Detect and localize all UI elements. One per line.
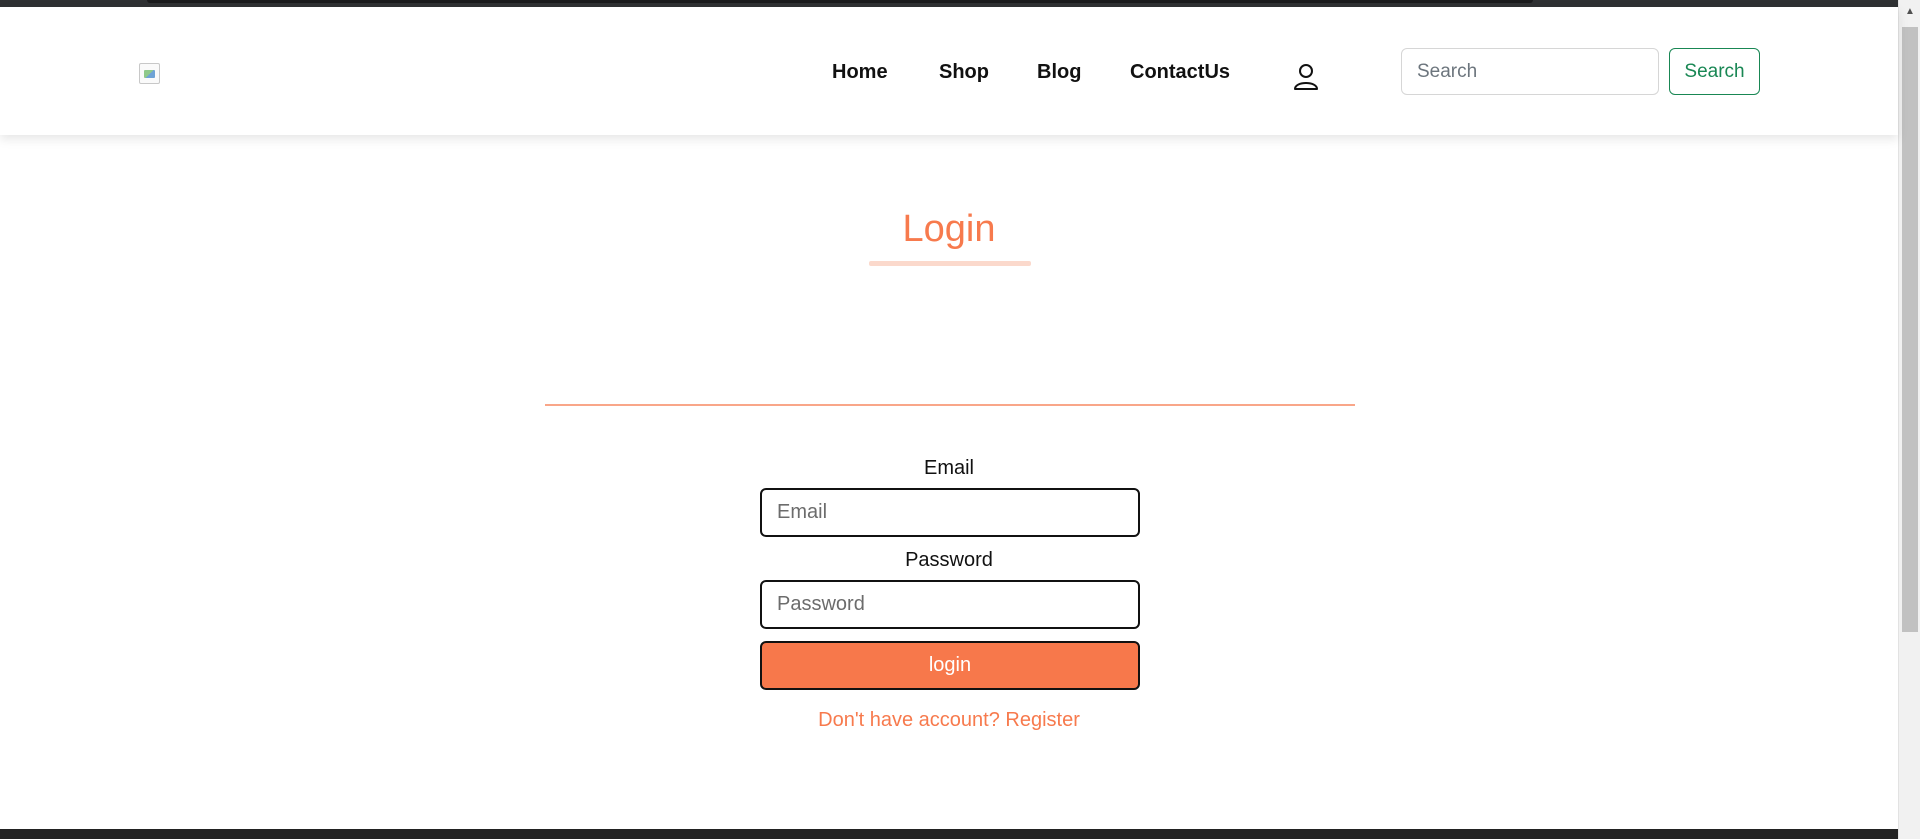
- password-field[interactable]: [760, 580, 1140, 629]
- search-input[interactable]: [1401, 48, 1659, 95]
- nav-link-contactus[interactable]: ContactUs: [1130, 61, 1230, 84]
- scrollbar[interactable]: ▲: [1898, 0, 1920, 839]
- scroll-thumb[interactable]: [1902, 27, 1918, 632]
- navbar: Home Shop Blog ContactUs Search: [0, 7, 1898, 135]
- footer-strip: [0, 829, 1898, 839]
- password-label: Password: [905, 549, 993, 571]
- scroll-up-icon[interactable]: ▲: [1899, 0, 1920, 22]
- section-divider: [545, 404, 1355, 406]
- browser-tab-edge: [147, 0, 1533, 3]
- register-link[interactable]: Don't have account? Register: [0, 709, 1898, 732]
- nav-link-shop[interactable]: Shop: [939, 61, 989, 84]
- nav-link-home[interactable]: Home: [832, 61, 888, 84]
- broken-image-icon[interactable]: [139, 63, 160, 84]
- search-button[interactable]: Search: [1669, 48, 1760, 95]
- email-field[interactable]: [760, 488, 1140, 537]
- email-label: Email: [923, 457, 974, 479]
- login-button[interactable]: login: [760, 641, 1140, 690]
- browser-top-strip: [0, 0, 1898, 7]
- user-icon[interactable]: [1293, 63, 1319, 91]
- title-underline: [869, 261, 1031, 266]
- nav-link-blog[interactable]: Blog: [1037, 61, 1081, 84]
- page-title: Login: [902, 208, 996, 250]
